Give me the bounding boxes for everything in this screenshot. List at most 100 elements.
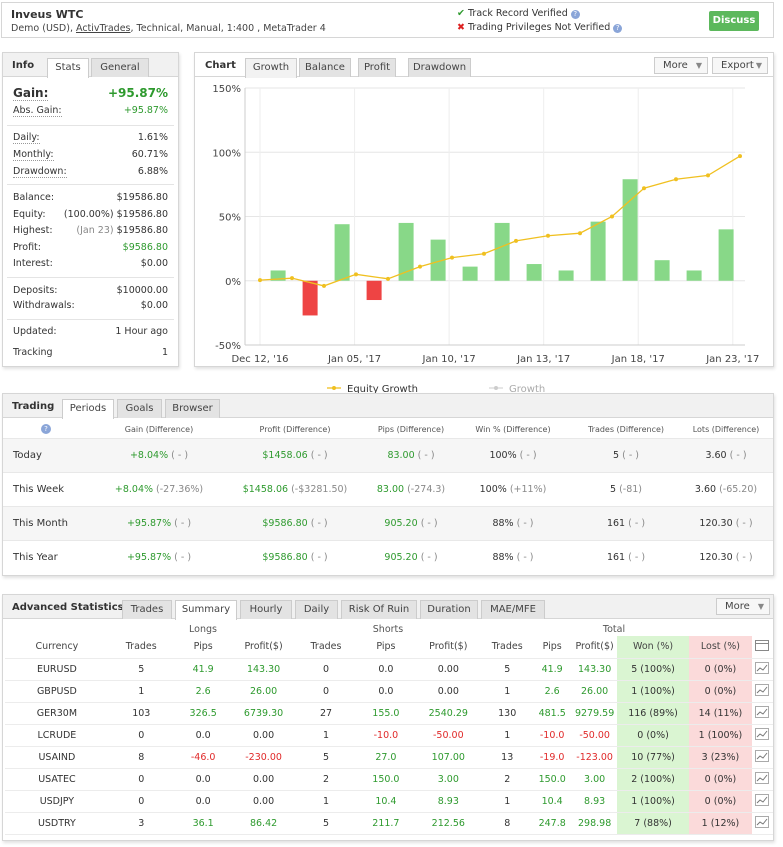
pips-difference: (-274.3)	[407, 484, 446, 495]
monthly-value: 60.71%	[131, 149, 168, 160]
help-icon[interactable]: ?	[570, 10, 580, 19]
tab-profit[interactable]: Profit	[358, 58, 396, 77]
tab-drawdown[interactable]: Drawdown	[408, 58, 471, 77]
growth-bar	[302, 280, 318, 316]
table-cell: 0	[108, 768, 174, 791]
equity-growth-point	[578, 231, 582, 236]
row-chart-icon[interactable]	[751, 724, 773, 747]
table-row: USDJPY 0 0.0 0.00 1 10.4 8.93 1 10.4 8.93 1 (100%)…	[5, 790, 773, 813]
tab-risk-of-ruin[interactable]: Risk Of Ruin	[341, 600, 417, 619]
export-dropdown[interactable]: Export ▼	[712, 57, 768, 74]
table-cell: 1	[482, 790, 533, 813]
profit-value: $1458.06	[262, 450, 308, 461]
tab-hourly[interactable]: Hourly	[240, 600, 292, 619]
more-dropdown[interactable]: More ▼	[716, 598, 770, 615]
gain-value: +8.04%	[129, 450, 169, 461]
divider	[7, 277, 174, 278]
x-tick-label: Jan 10, '17	[422, 354, 476, 365]
table-cell: 0.0	[357, 658, 415, 681]
row-chart-icon[interactable]	[751, 790, 773, 813]
table-cell: 3.00	[572, 768, 618, 791]
line-chart-icon	[755, 705, 770, 718]
growth-bar	[558, 270, 574, 281]
table-cell: 1	[108, 680, 174, 703]
equity-growth-point	[610, 214, 614, 219]
table-cell: 0.00	[414, 680, 483, 703]
table-cell: -230.00	[232, 746, 295, 769]
tab-growth[interactable]: Growth	[245, 58, 297, 78]
win-difference: ( - )	[519, 450, 537, 461]
period-row-month: This Month +95.87% ( - ) $9586.80 ( - ) …	[3, 506, 773, 540]
lots-difference: ( - )	[735, 518, 753, 529]
period-label: Today	[13, 450, 42, 461]
table-cell: 10.4	[532, 790, 573, 813]
help-icon[interactable]: ?	[613, 24, 623, 33]
growth-bar	[590, 221, 606, 281]
tab-mae-mfe[interactable]: MAE/MFE	[481, 600, 545, 619]
table-cell: 481.5	[532, 702, 573, 725]
table-cell: 0 (0%)	[689, 790, 752, 813]
row-chart-icon[interactable]	[751, 768, 773, 791]
table-settings-icon[interactable]	[751, 636, 773, 659]
win-value: 88%	[492, 552, 514, 563]
abs-gain-row: Abs. Gain: +95.87%	[13, 105, 168, 121]
table-row: USAIND 8 -46.0 -230.00 5 27.0 107.00 13 -19.0 -12…	[5, 746, 773, 769]
table-cell: 3.00	[414, 768, 483, 791]
growth-bar	[686, 270, 702, 281]
row-chart-icon[interactable]	[751, 746, 773, 769]
tab-balance[interactable]: Balance	[299, 58, 351, 77]
tab-browser[interactable]: Browser	[165, 399, 220, 418]
table-cell: 103	[108, 702, 174, 725]
line-chart-icon	[755, 727, 770, 740]
more-dropdown[interactable]: More ▼	[654, 57, 708, 74]
header-win: Win % (Difference)	[475, 425, 551, 434]
table-cell: USDTRY	[5, 812, 109, 835]
tab-goals[interactable]: Goals	[117, 399, 162, 418]
row-chart-icon[interactable]	[751, 680, 773, 703]
period-row-week: This Week +8.04% (-27.36%) $1458.06 (-$3…	[3, 472, 773, 506]
column-header: Pips	[532, 636, 573, 659]
tracking-label: Tracking	[13, 347, 53, 358]
row-chart-icon[interactable]	[751, 702, 773, 725]
chevron-down-icon: ▼	[757, 602, 764, 611]
equity-growth-point	[322, 283, 326, 288]
advanced-statistics-panel: Advanced Statistics Trades Summary Hourl…	[2, 594, 774, 841]
equity-growth-point	[354, 272, 358, 277]
tab-general[interactable]: General	[91, 58, 149, 77]
row-chart-icon[interactable]	[751, 812, 773, 835]
table-cell: 5	[482, 658, 533, 681]
trading-privileges-status: ✖ Trading Privileges Not Verified ?	[457, 22, 623, 33]
gain-value: +95.87%	[126, 552, 172, 563]
tab-trades[interactable]: Trades	[122, 600, 172, 619]
table-cell: 0	[294, 658, 358, 681]
tab-duration[interactable]: Duration	[420, 600, 478, 619]
discuss-button[interactable]: Discuss	[709, 11, 759, 31]
tab-stats[interactable]: Stats	[47, 58, 89, 78]
x-tick-label: Dec 12, '16	[231, 354, 288, 365]
legend-marker-growth	[494, 386, 498, 390]
tab-daily[interactable]: Daily	[295, 600, 338, 619]
x-tick-label: Jan 05, '17	[327, 354, 381, 365]
table-cell: 212.56	[414, 812, 483, 835]
broker-link[interactable]: ActivTrades	[76, 23, 131, 34]
profit-difference: ( - )	[310, 552, 328, 563]
table-cell: 0 (0%)	[689, 768, 752, 791]
table-cell: 0.00	[414, 658, 483, 681]
table-cell: 0	[108, 790, 174, 813]
highest-row: Highest: (Jan 23) $19586.80	[13, 225, 168, 241]
profit-difference: (-$3281.50)	[291, 484, 348, 495]
interest-value: $0.00	[140, 258, 168, 269]
tab-summary[interactable]: Summary	[175, 600, 237, 620]
line-chart-icon	[755, 683, 770, 696]
growth-bar	[334, 224, 350, 281]
daily-row: Daily: 1.61%	[13, 132, 168, 148]
help-icon[interactable]: ?	[41, 424, 51, 434]
chart-panel: Chart Growth Balance Profit Drawdown Mor…	[194, 52, 774, 395]
equity-growth-point	[738, 154, 742, 159]
table-cell: 116 (89%)	[617, 702, 689, 725]
equity-growth-point	[706, 173, 710, 178]
table-cell: 247.8	[532, 812, 573, 835]
trading-header-row: ? Gain (Difference) Profit (Difference) …	[3, 418, 773, 438]
tab-periods[interactable]: Periods	[62, 399, 114, 419]
row-chart-icon[interactable]	[751, 658, 773, 681]
